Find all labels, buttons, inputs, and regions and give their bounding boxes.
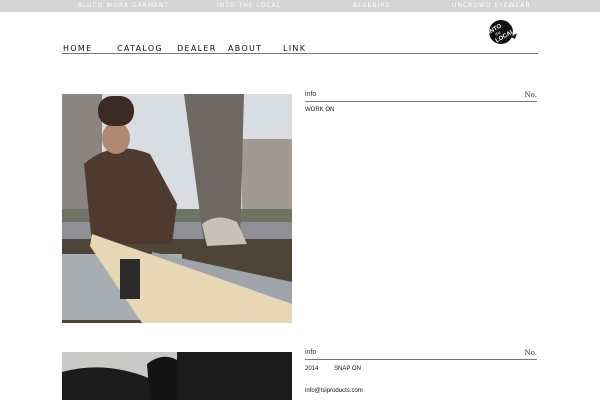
post-info-header: info No. xyxy=(305,349,537,360)
post-info-header: info No. xyxy=(305,91,537,102)
topbar-link-uncrowd[interactable]: UNCROWD EYEWEAR xyxy=(452,2,531,9)
nav-link[interactable]: LINK xyxy=(283,44,306,53)
info-number: No. xyxy=(524,349,537,357)
nav-about[interactable]: ABOUT xyxy=(228,44,262,53)
topbar-link-bluebird[interactable]: BLUEBIRD xyxy=(353,2,391,9)
nav-catalog[interactable]: CATALOG xyxy=(117,44,163,53)
info-label: info xyxy=(305,349,317,356)
nav-dealer[interactable]: DEALER xyxy=(177,44,217,53)
post-title[interactable]: WORK ON xyxy=(305,107,334,113)
into-the-local-logo[interactable]: INTO the LOCAL xyxy=(487,17,519,45)
post-title[interactable]: SNAP ON xyxy=(334,366,361,372)
topbar-link-bluco[interactable]: BLUCO WORK GARMENT xyxy=(78,2,169,9)
info-number: No. xyxy=(524,91,537,99)
post-photo-snap-on[interactable] xyxy=(62,352,292,400)
nav-home[interactable]: HOME xyxy=(63,44,92,53)
contact-email[interactable]: info@tslproducts.com xyxy=(305,388,363,394)
nav-divider xyxy=(62,53,538,54)
info-label: info xyxy=(305,91,317,98)
top-bar: BLUCO WORK GARMENT INTO THE LOCAL BLUEBI… xyxy=(0,0,600,12)
post-photo-work-on[interactable] xyxy=(62,94,292,323)
topbar-link-into-the-local[interactable]: INTO THE LOCAL xyxy=(217,2,281,9)
post-year: 2014 xyxy=(305,366,319,372)
